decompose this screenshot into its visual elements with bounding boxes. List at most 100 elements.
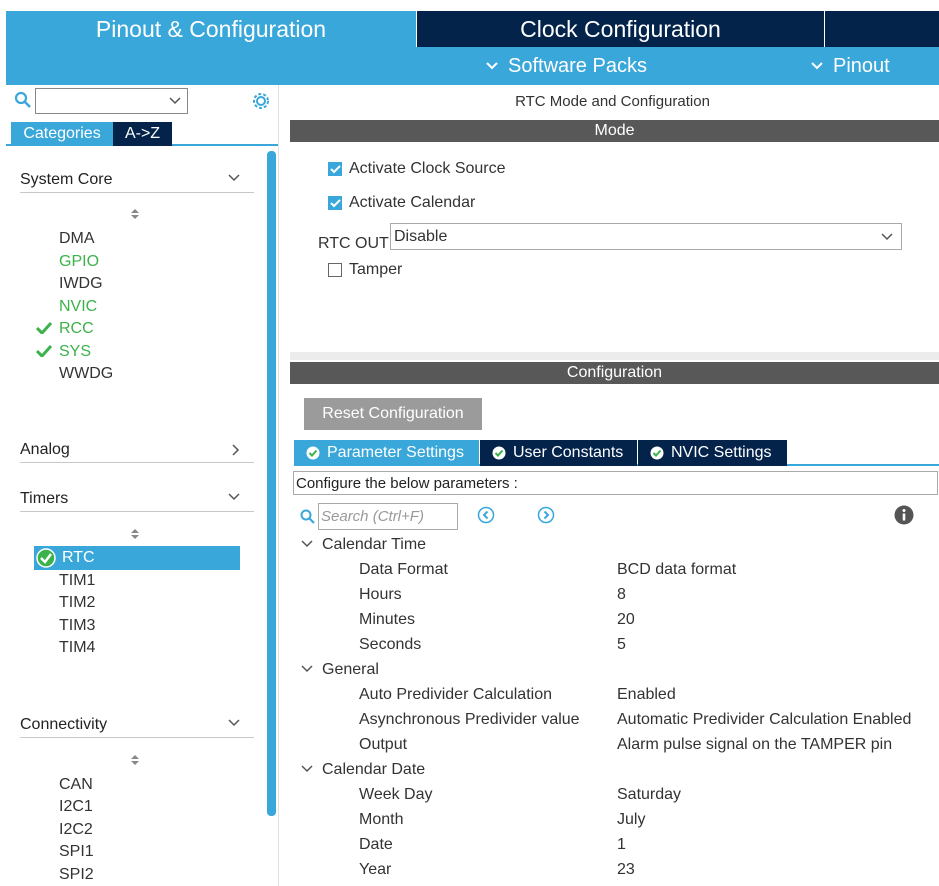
list-item-dma[interactable]: DMA <box>59 228 95 250</box>
list-item-sys[interactable]: SYS <box>59 341 91 363</box>
param-value[interactable]: Alarm pulse signal on the TAMPER pin <box>617 734 892 756</box>
rtc-out-label: RTC OUT <box>318 235 389 252</box>
group-calendar-time[interactable]: Calendar Time <box>322 534 426 556</box>
list-item-spi1[interactable]: SPI1 <box>59 841 94 863</box>
reset-configuration-button[interactable]: Reset Configuration <box>304 398 482 430</box>
param-value[interactable]: 1 <box>617 834 626 856</box>
section-timers[interactable]: Timers <box>20 486 254 512</box>
check-circle-icon <box>650 446 664 460</box>
activate-calendar-checkbox[interactable]: Activate Calendar <box>328 194 475 212</box>
previous-icon[interactable] <box>477 506 495 524</box>
param-value[interactable]: Saturday <box>617 784 681 806</box>
check-circle-icon <box>36 548 56 568</box>
tab-nvic-settings[interactable]: NVIC Settings <box>638 440 787 466</box>
group-calendar-date[interactable]: Calendar Date <box>322 759 425 781</box>
list-item-iwdg[interactable]: IWDG <box>59 273 103 295</box>
chevron-down-icon <box>228 493 240 501</box>
tab-categories[interactable]: Categories <box>11 122 113 146</box>
section-analog[interactable]: Analog <box>20 437 254 463</box>
tab-extra[interactable] <box>825 11 939 47</box>
panel-title: RTC Mode and Configuration <box>515 93 710 110</box>
list-item-tim4[interactable]: TIM4 <box>59 637 95 659</box>
section-label: System Core <box>20 170 113 188</box>
param-name: Output <box>359 736 408 753</box>
chevron-down-icon <box>811 62 823 70</box>
parameter-search: Search (Ctrl+F) <box>300 503 458 530</box>
list-item-nvic[interactable]: NVIC <box>59 296 97 318</box>
chevron-down-icon <box>228 174 240 182</box>
activate-clock-source-checkbox[interactable]: Activate Clock Source <box>328 160 506 178</box>
search-icon[interactable] <box>14 91 32 109</box>
list-item-gpio[interactable]: GPIO <box>59 251 99 273</box>
param-name: Hours <box>359 586 402 603</box>
group-general[interactable]: General <box>322 659 379 681</box>
param-name: Data Format <box>359 561 448 578</box>
chevron-down-icon <box>228 719 240 727</box>
chevron-down-icon <box>486 62 498 70</box>
checkmark-icon <box>36 322 52 334</box>
list-item-spi2[interactable]: SPI2 <box>59 864 94 886</box>
sort-icon[interactable] <box>130 754 140 766</box>
list-item-i2c2[interactable]: I2C2 <box>59 819 93 841</box>
rtc-configuration-panel: RTC Mode and Configuration Mode Activate… <box>286 85 939 886</box>
list-item-tim2[interactable]: TIM2 <box>59 592 95 614</box>
configuration-header: Configuration <box>290 362 939 384</box>
tab-label: Parameter Settings <box>327 444 464 461</box>
section-label: Timers <box>20 489 69 507</box>
list-item-wwdg[interactable]: WWDG <box>59 363 113 385</box>
mode-header: Mode <box>290 120 939 142</box>
param-name: Month <box>359 811 404 828</box>
param-name: Asynchronous Predivider value <box>359 711 580 728</box>
software-packs-menu[interactable]: Software Packs <box>486 47 647 85</box>
tab-pinout-configuration[interactable]: Pinout & Configuration <box>6 11 416 47</box>
rtc-out-select[interactable]: Disable <box>390 223 902 250</box>
section-label: Connectivity <box>20 715 108 733</box>
param-value[interactable]: 5 <box>617 634 626 656</box>
param-value[interactable]: 8 <box>617 584 626 606</box>
list-item-tim3[interactable]: TIM3 <box>59 615 95 637</box>
tamper-checkbox[interactable]: Tamper <box>328 261 402 279</box>
list-item-can[interactable]: CAN <box>59 774 93 796</box>
sort-icon[interactable] <box>130 528 140 540</box>
section-label: Analog <box>20 440 70 458</box>
info-icon[interactable] <box>894 505 914 525</box>
checkbox-checked-icon <box>328 162 342 176</box>
list-item-rtc-selected[interactable]: RTC <box>34 546 240 570</box>
param-value[interactable]: July <box>617 809 645 831</box>
sort-icon[interactable] <box>130 208 140 220</box>
param-value[interactable]: BCD data format <box>617 559 736 581</box>
section-system-core[interactable]: System Core <box>20 167 254 193</box>
chevron-down-icon <box>169 97 181 105</box>
category-search-combo[interactable] <box>35 88 188 114</box>
list-item-i2c1[interactable]: I2C1 <box>59 796 93 818</box>
list-item-tim1[interactable]: TIM1 <box>59 570 95 592</box>
chevron-down-icon[interactable] <box>301 765 313 773</box>
rtc-out-value: Disable <box>394 227 448 245</box>
software-packs-label: Software Packs <box>508 54 647 77</box>
param-value[interactable]: 23 <box>617 859 635 881</box>
next-icon[interactable] <box>537 506 555 524</box>
tab-label: User Constants <box>513 444 624 461</box>
chevron-down-icon[interactable] <box>301 665 313 673</box>
param-value[interactable]: Enabled <box>617 684 676 706</box>
param-name: Seconds <box>359 636 422 653</box>
tab-user-constants[interactable]: User Constants <box>480 440 637 466</box>
tab-label: NVIC Settings <box>671 444 772 461</box>
pinout-menu-label: Pinout <box>833 54 890 77</box>
tab-a-to-z[interactable]: A->Z <box>113 122 172 146</box>
param-name: Year <box>359 861 392 878</box>
chevron-down-icon[interactable] <box>301 540 313 548</box>
list-item-rcc[interactable]: RCC <box>59 318 94 340</box>
param-value[interactable]: Automatic Predivider Calculation Enabled <box>617 709 911 731</box>
top-tab-bar: Pinout & Configuration Clock Configurati… <box>0 0 939 47</box>
parameter-search-input[interactable]: Search (Ctrl+F) <box>318 503 458 530</box>
param-name: Auto Predivider Calculation <box>359 686 552 703</box>
gear-icon[interactable] <box>250 90 272 112</box>
tab-clock-configuration[interactable]: Clock Configuration <box>417 11 824 47</box>
section-connectivity[interactable]: Connectivity <box>20 712 254 738</box>
pinout-menu[interactable]: Pinout <box>811 47 890 85</box>
param-value[interactable]: 20 <box>617 609 635 631</box>
tab-parameter-settings[interactable]: Parameter Settings <box>294 440 479 466</box>
category-tabs: Categories A->Z <box>6 122 279 146</box>
checkbox-label: Tamper <box>349 261 403 278</box>
